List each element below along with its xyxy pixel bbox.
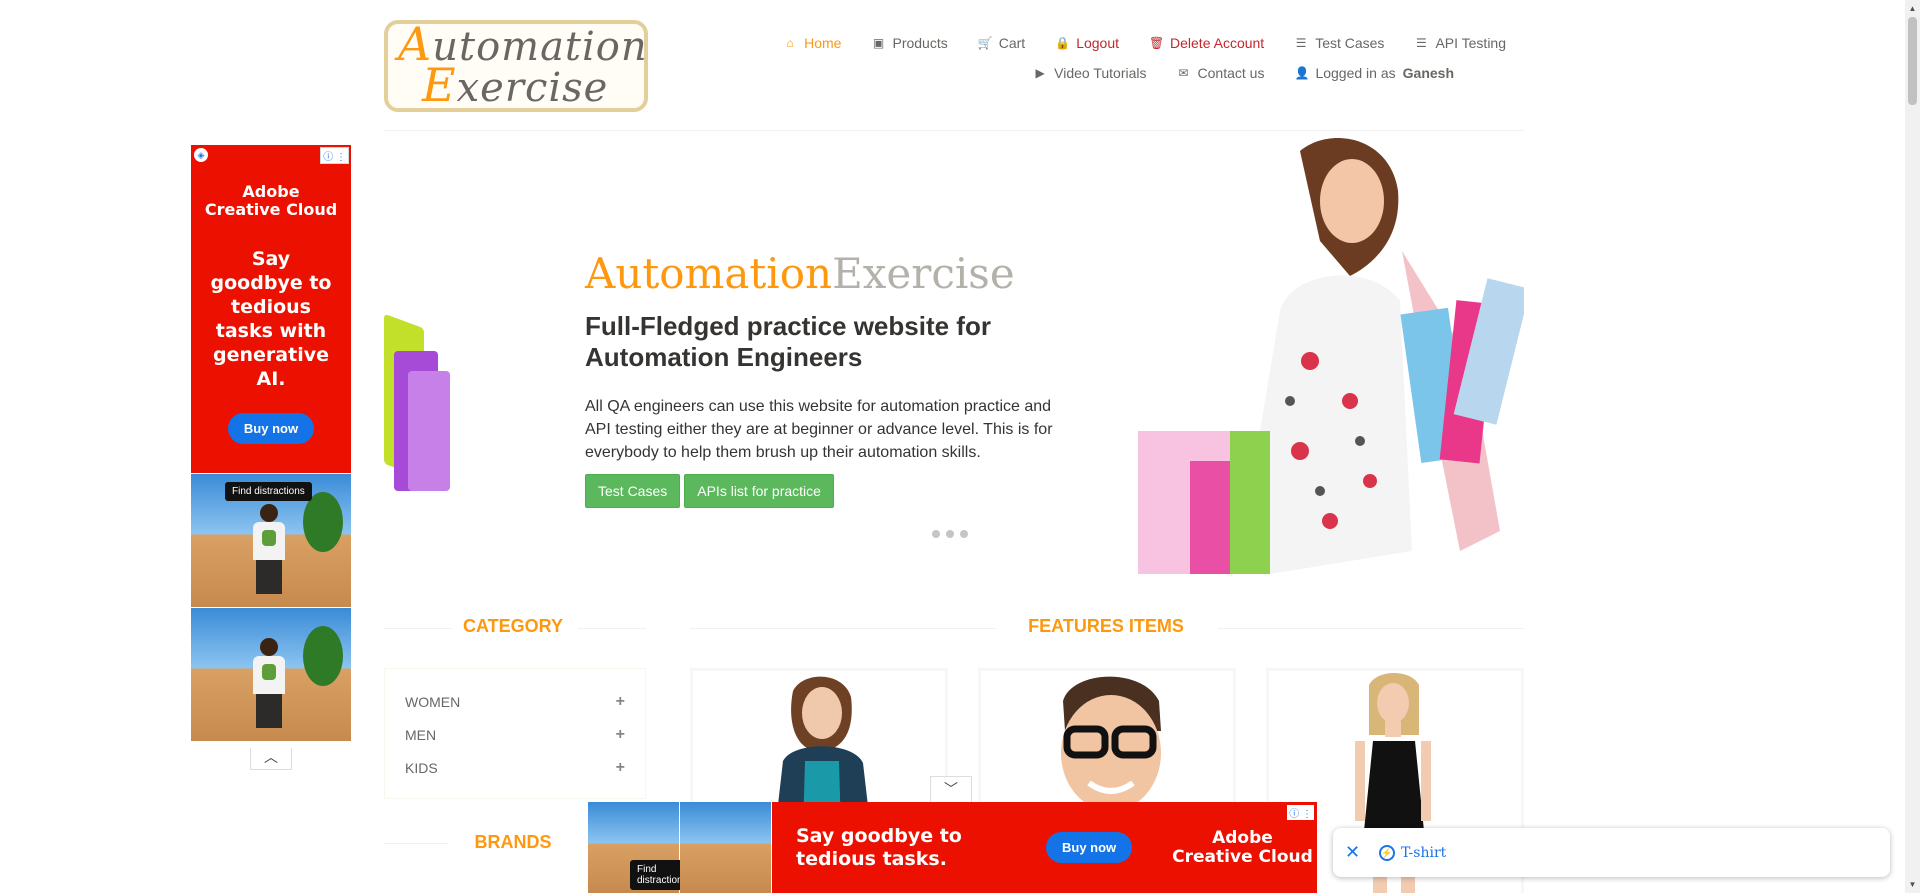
ad-headline: Say goodbye to tedious tasks. [796, 824, 962, 870]
search-suggestion-chip[interactable]: ✕ ⚡ T-shirt [1333, 828, 1890, 877]
search-suggestion-text[interactable]: T-shirt [1401, 845, 1446, 861]
home-icon: ⌂ [786, 36, 794, 50]
category-panel: WOMEN + MEN + KIDS + [384, 668, 646, 799]
hero-title: AutomationExercise [585, 249, 1015, 298]
divider [578, 628, 646, 629]
shopping-bags-image [384, 311, 450, 521]
slider-dot[interactable] [932, 530, 940, 538]
hero-slider: AutomationExercise Full-Fledged practice… [384, 131, 1524, 574]
cart-icon: 🛒 [977, 36, 993, 50]
plus-icon[interactable]: + [616, 759, 625, 777]
nav-api-testing[interactable]: ☰ API Testing [1414, 35, 1506, 51]
nav-home[interactable]: ⌂ Home [783, 35, 842, 51]
briefcase-icon: ▣ [872, 36, 885, 50]
nav-logout[interactable]: 🔒 Logout [1055, 35, 1119, 51]
list-icon: ☰ [1295, 36, 1307, 50]
close-icon[interactable]: ✕ [1345, 842, 1373, 863]
lock-icon: 🔒 [1055, 36, 1071, 50]
main-nav: ⌂ Home ▣ Products 🛒 Cart 🔒 Logout 🗑 Delete Ac… [746, 28, 1507, 88]
divider [384, 628, 452, 629]
apis-list-button[interactable]: APIs list for practice [684, 474, 834, 508]
hero-subtitle: Full-Fledged practice website for Automa… [585, 311, 991, 372]
ad-photo [191, 607, 351, 741]
hero-model-image [1130, 131, 1524, 574]
ad-banner[interactable]: ◈ ⓘ ⋮ Adobe Creative Cloud Say goodbye t… [191, 145, 351, 473]
bottom-advertisement[interactable]: Find distractions Say goodbye to tedious… [588, 802, 1317, 893]
ad-buy-now-button[interactable]: Buy now [1046, 832, 1133, 863]
nav-row-primary: ⌂ Home ▣ Products 🛒 Cart 🔒 Logout 🗑 Delete Ac… [746, 28, 1507, 58]
plus-icon[interactable]: + [616, 726, 625, 744]
page-scrollbar[interactable]: ▲ ▼ [1905, 0, 1920, 893]
divider [1218, 628, 1524, 629]
user-icon: 👤 [1294, 66, 1310, 80]
lens-icon: ⚡ [1379, 844, 1395, 861]
category-title: CATEGORY [462, 616, 563, 636]
adchoices-icon[interactable]: ⓘ ⋮ [320, 147, 349, 164]
page: Automation Exercise ⌂ Home ▣ Products 🛒 Car… [0, 0, 1920, 893]
logged-in-username: Ganesh [1402, 65, 1454, 81]
features-items-title: FEATURES ITEMS [1028, 616, 1184, 636]
slider-indicators [932, 530, 968, 538]
nav-products[interactable]: ▣ Products [871, 35, 948, 51]
nav-delete-account[interactable]: 🗑 Delete Account [1149, 35, 1264, 51]
slider-dot[interactable] [946, 530, 954, 538]
nav-logged-in-as: 👤 Logged in as Ganesh [1294, 65, 1454, 81]
ad-shield-icon: ◈ [194, 148, 208, 162]
nav-test-cases[interactable]: ☰ Test Cases [1294, 35, 1385, 51]
slider-dot[interactable] [960, 530, 968, 538]
logo-line2: Exercise [422, 58, 609, 112]
adchoices-icon[interactable]: ⓘ ⋮ [1287, 805, 1314, 820]
test-cases-button[interactable]: Test Cases [585, 474, 681, 508]
nav-video-tutorials[interactable]: ▶ Video Tutorials [1033, 65, 1147, 81]
ad-photo: Find distractions [588, 802, 695, 893]
category-item-women[interactable]: WOMEN + [385, 685, 645, 718]
hero-buttons: Test Cases APIs list for practice [585, 474, 1075, 508]
nav-row-secondary: ▶ Video Tutorials ✉ Contact us 👤 Logged in … [746, 58, 1506, 88]
plus-icon[interactable]: + [616, 693, 625, 711]
category-item-men[interactable]: MEN + [385, 718, 645, 751]
ad-photo [680, 802, 772, 893]
divider [384, 843, 448, 844]
nav-cart[interactable]: 🛒 Cart [978, 35, 1025, 51]
site-logo[interactable]: Automation Exercise [384, 20, 648, 112]
hero-text: AutomationExercise Full-Fledged practice… [585, 249, 1075, 508]
brands-title: BRANDS [474, 832, 552, 852]
divider [690, 628, 996, 629]
hero-description: All QA engineers can use this website fo… [585, 398, 1053, 461]
scroll-up-arrow-icon[interactable]: ▲ [1905, 0, 1920, 17]
ad-headline: Say goodbye to tedious tasks with genera… [210, 248, 332, 390]
find-distractions-button[interactable]: Find distractions [225, 482, 312, 501]
trash-icon: 🗑 [1149, 36, 1165, 50]
scrollbar-thumb[interactable] [1908, 17, 1917, 105]
chevron-up-icon[interactable]: ︿ [250, 748, 292, 770]
category-item-kids[interactable]: KIDS + [385, 751, 645, 784]
nav-contact-us[interactable]: ✉ Contact us [1177, 65, 1264, 81]
scroll-down-arrow-icon[interactable]: ▼ [1905, 876, 1920, 893]
left-advertisement[interactable]: ◈ ⓘ ⋮ Adobe Creative Cloud Say goodbye t… [191, 145, 351, 745]
chevron-down-icon[interactable]: ﹀ [930, 776, 972, 802]
ad-brand: Adobe Creative Cloud [1172, 827, 1313, 867]
ad-buy-now-button[interactable]: Buy now [227, 413, 315, 444]
ad-photo: Find distractions [191, 473, 351, 607]
list-icon: ☰ [1416, 36, 1427, 50]
video-icon: ▶ [1035, 66, 1045, 80]
envelope-icon: ✉ [1178, 66, 1189, 80]
